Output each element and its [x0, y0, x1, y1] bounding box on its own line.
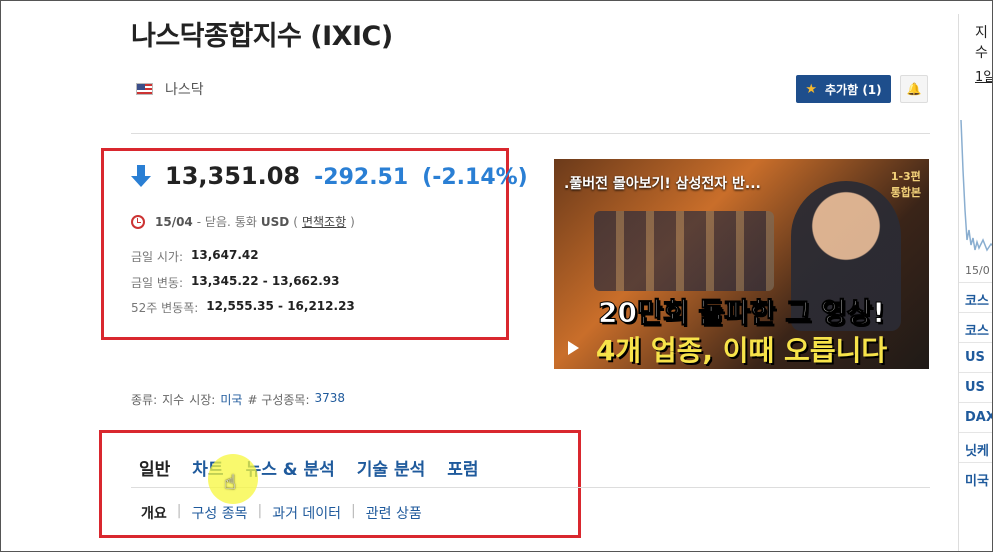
badge-line2: 통합본: [890, 186, 921, 199]
price-change-percent: (-2.14%): [422, 165, 528, 190]
sidebar-index-item[interactable]: US: [965, 350, 985, 365]
stat-day-range: 금일 변동: 13,345.22 - 13,662.93: [131, 274, 340, 291]
divider: [959, 282, 993, 283]
bell-plus-icon: 🔔: [906, 82, 922, 96]
add-button-label: 추가함 (1): [825, 82, 882, 97]
sidebar-date: 15/0: [965, 264, 990, 277]
index-info: 종류: 지수 시장: 미국 # 구성종목: 3738: [131, 391, 345, 408]
divider: [959, 432, 993, 433]
sidebar-period[interactable]: 1일: [975, 66, 993, 85]
last-price: 13,351.08: [165, 162, 301, 190]
star-icon: ★: [805, 81, 818, 97]
separator: |: [257, 503, 263, 519]
market-value[interactable]: 미국: [220, 391, 242, 408]
market-status: - 닫음.: [196, 215, 231, 229]
separator: |: [351, 503, 356, 519]
divider: [959, 372, 993, 373]
right-sidebar: 지수 1일 15/0 코스 코스 US US DAX 닛케 미국: [958, 14, 993, 552]
components-label: # 구성종목:: [247, 393, 310, 407]
video-caption-1: 20만회 돌파한 그 영상!: [597, 296, 886, 330]
us-flag-icon: [136, 83, 153, 95]
video-illustration: [594, 211, 774, 291]
stat-value: 12,555.35 - 16,212.23: [206, 299, 355, 313]
divider: [959, 342, 993, 343]
market-label: 시장:: [189, 393, 216, 407]
stat-value: 13,345.22 - 13,662.93: [191, 274, 340, 288]
subtab-historical-data[interactable]: 과거 데이터: [272, 503, 341, 523]
sidebar-index-item[interactable]: US: [965, 380, 985, 395]
tab-news-analysis[interactable]: 뉴스 & 분석: [246, 455, 335, 480]
stat-label: 금일 시가:: [131, 250, 184, 264]
clock-icon: [131, 214, 145, 229]
video-title[interactable]: .풀버전 몰아보기! 삼성전자 반...: [564, 173, 761, 193]
sidebar-tab[interactable]: 지수: [975, 22, 993, 62]
quote-meta: 15/04 - 닫음. 통화 USD ( 면책조항 ): [131, 213, 355, 230]
stat-label: 52주 변동폭:: [131, 301, 199, 315]
currency-label: 통화: [234, 215, 257, 229]
separator: |: [176, 503, 182, 519]
sidebar-index-item[interactable]: 미국: [965, 470, 989, 489]
hand-pointer-icon: ☝: [224, 470, 237, 494]
divider: [959, 462, 993, 463]
subtab-related-products[interactable]: 관련 상품: [366, 503, 422, 523]
disclaimer-open: (: [293, 214, 298, 229]
tab-general[interactable]: 일반: [139, 455, 170, 480]
sidebar-index-item[interactable]: 코스: [965, 290, 989, 309]
type-value: 지수: [162, 393, 185, 407]
subtab-components[interactable]: 구성 종목: [191, 503, 247, 523]
play-icon[interactable]: [568, 341, 579, 355]
badge-line1: 1-3편: [890, 170, 921, 183]
sub-tabs: 개요 | 구성 종목 | 과거 데이터 | 관련 상품: [141, 503, 422, 523]
disclaimer-link[interactable]: 면책조항: [302, 213, 346, 230]
page-title: 나스닥종합지수 (IXIC): [131, 21, 393, 52]
disclaimer-close: ): [350, 214, 355, 229]
exchange-info: 나스닥: [136, 79, 204, 99]
quote-date: 15/04: [155, 214, 193, 229]
divider: [131, 133, 930, 134]
alert-button[interactable]: 🔔: [900, 75, 928, 103]
stat-value: 13,647.42: [191, 248, 259, 262]
sidebar-index-item[interactable]: 닛케: [965, 440, 989, 459]
sidebar-index-item[interactable]: DAX: [965, 410, 993, 425]
price-change: -292.51: [314, 165, 409, 190]
divider: [959, 312, 993, 313]
video-caption-2: 4개 업종, 이때 오릅니다: [595, 334, 888, 367]
sidebar-mini-chart: [960, 119, 993, 252]
tab-technical-analysis[interactable]: 기술 분석: [357, 455, 425, 480]
stat-label: 금일 변동:: [131, 276, 184, 290]
currency-value: USD: [260, 214, 290, 229]
add-to-watchlist-button[interactable]: ★ 추가함 (1): [796, 75, 891, 103]
stat-52w-range: 52주 변동폭: 12,555.35 - 16,212.23: [131, 299, 355, 316]
type-label: 종류:: [131, 393, 158, 407]
down-arrow-icon: [131, 165, 151, 187]
video-thumbnail[interactable]: .풀버전 몰아보기! 삼성전자 반... 1-3편 통합본 20만회 돌파한 그…: [554, 159, 929, 369]
components-value[interactable]: 3738: [315, 391, 346, 408]
divider: [959, 402, 993, 403]
main-tabs: 일반 차트 뉴스 & 분석 기술 분석 포럼: [139, 455, 479, 480]
tab-forum[interactable]: 포럼: [447, 455, 478, 480]
stat-open: 금일 시가: 13,647.42: [131, 248, 259, 265]
exchange-name: 나스닥: [165, 82, 204, 98]
video-badge: 1-3편 통합본: [891, 169, 921, 201]
subtab-overview[interactable]: 개요: [141, 503, 167, 523]
price-row: 13,351.08 -292.51 (-2.14%): [131, 162, 528, 190]
sidebar-index-item[interactable]: 코스: [965, 320, 989, 339]
